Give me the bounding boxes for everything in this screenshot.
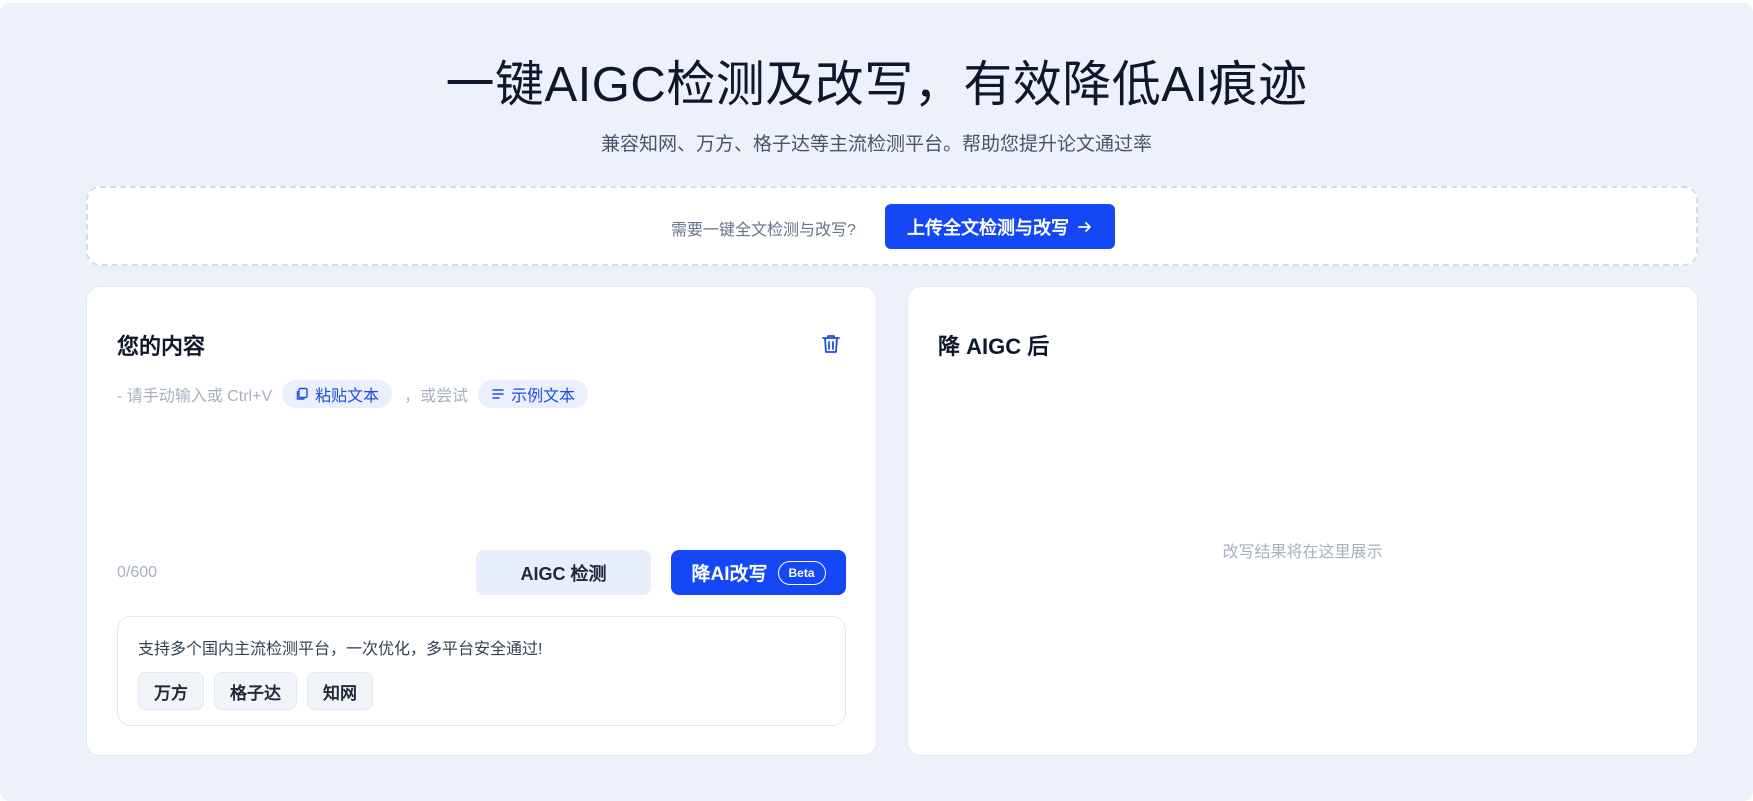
reduce-ai-rewrite-button[interactable]: 降AI改写 Beta	[671, 550, 846, 595]
input-panel-title: 您的内容	[117, 334, 206, 359]
platform-tag-wanfang: 万方	[138, 672, 204, 710]
platform-tag-cnki: 知网	[307, 672, 373, 710]
supported-platforms-text: 支持多个国内主流检测平台，一次优化，多平台安全通过!	[138, 641, 543, 658]
platform-tag-gezida: 格子达	[214, 672, 297, 710]
beta-badge: Beta	[777, 560, 826, 585]
copy-icon	[295, 387, 309, 401]
output-panel-title: 降 AIGC 后	[938, 334, 1050, 359]
rewrite-button-label: 降AI改写	[691, 564, 768, 585]
input-hint-text: - 请手动输入或 Ctrl+V	[117, 388, 273, 405]
paste-text-button[interactable]: 粘贴文本	[282, 380, 393, 408]
result-placeholder: 改写结果将在这里展示	[1222, 544, 1383, 561]
paste-text-label: 粘贴文本	[315, 388, 380, 405]
text-lines-icon	[491, 387, 505, 401]
page-title: 一键AIGC检测及改写，有效降低AI痕迹	[445, 58, 1308, 112]
aigc-detect-button[interactable]: AIGC 检测	[476, 550, 651, 595]
input-hint-or: ，或尝试	[404, 388, 469, 405]
platform-tags: 万方 格子达 知网	[138, 672, 373, 710]
sample-text-button[interactable]: 示例文本	[478, 380, 589, 408]
upload-banner: 需要一键全文检测与改写? 上传全文检测与改写	[86, 186, 1698, 266]
supported-platforms-box: 支持多个国内主流检测平台，一次优化，多平台安全通过! 万方 格子达 知网	[117, 616, 846, 726]
input-panel: 您的内容 - 请手动输入或 Ctrl+V 粘贴文本 ，或尝试 示例文本 0/60…	[86, 286, 877, 756]
character-counter: 0/600	[117, 564, 158, 581]
output-panel: 降 AIGC 后 改写结果将在这里展示	[907, 286, 1698, 756]
upload-prompt: 需要一键全文检测与改写?	[671, 222, 856, 239]
sample-text-label: 示例文本	[511, 388, 576, 405]
page-subtitle: 兼容知网、万方、格子达等主流检测平台。帮助您提升论文通过率	[600, 134, 1152, 155]
arrow-right-icon	[1077, 219, 1093, 235]
trash-icon[interactable]	[819, 332, 843, 356]
page-background: 一键AIGC检测及改写，有效降低AI痕迹 兼容知网、万方、格子达等主流检测平台。…	[0, 3, 1753, 801]
input-hint-row[interactable]: - 请手动输入或 Ctrl+V 粘贴文本 ，或尝试 示例文本	[117, 379, 589, 409]
upload-full-text-button[interactable]: 上传全文检测与改写	[885, 204, 1115, 249]
upload-button-label: 上传全文检测与改写	[907, 217, 1069, 238]
